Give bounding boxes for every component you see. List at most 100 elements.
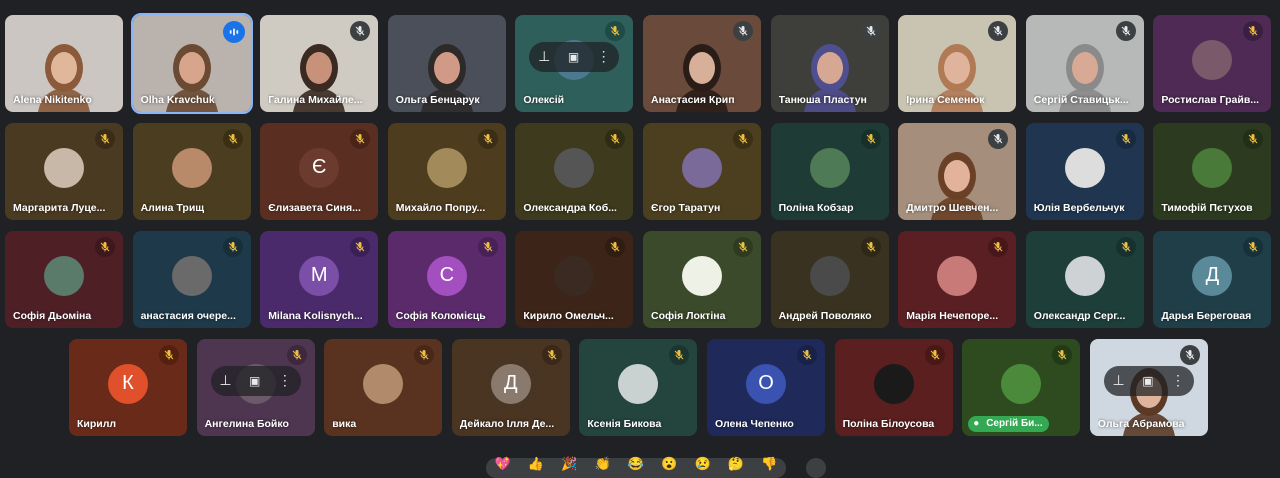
participant-avatar: Д	[1192, 255, 1233, 296]
tile-hover-controls[interactable]: ⊥ ▣ ⋮	[529, 41, 620, 72]
participant-avatar	[171, 255, 212, 296]
participant-tile[interactable]: Софія Дьоміна	[5, 231, 123, 328]
participant-name: Кирилл	[77, 418, 117, 430]
participant-name: Софія Дьоміна	[13, 310, 92, 322]
mic-muted-icon	[988, 129, 1009, 149]
participant-tile[interactable]: ⊥ ▣ ⋮ Олексій	[515, 15, 634, 112]
participant-tile[interactable]: Марія Нечепоре...	[898, 231, 1017, 328]
reaction-emoji[interactable]: 👍	[528, 454, 544, 474]
participant-avatar	[682, 147, 722, 188]
participant-tile[interactable]: Ростислав Грайв...	[1153, 15, 1272, 112]
participant-tile[interactable]: Ірина Семенюк	[898, 15, 1017, 112]
mic-muted-icon	[286, 345, 307, 365]
reaction-emoji[interactable]: 👏	[595, 454, 611, 474]
participant-name: Галина Михайле...	[268, 94, 363, 106]
mic-muted-icon	[350, 129, 371, 149]
tile-hover-controls[interactable]: ⊥ ▣ ⋮	[210, 365, 301, 396]
tile-hover-controls[interactable]: ⊥ ▣ ⋮	[1103, 365, 1194, 396]
participant-tile[interactable]: Ксенія Бикова	[579, 339, 698, 436]
participant-tile[interactable]: Юлія Вербельчук	[1025, 123, 1144, 220]
mic-muted-icon	[350, 237, 371, 257]
participant-tile[interactable]: Сергій Би...	[962, 339, 1081, 436]
participant-name: Поліна Білоусова	[842, 418, 935, 430]
participant-avatar	[1064, 255, 1105, 296]
participant-tile[interactable]: Галина Михайле...	[260, 15, 379, 112]
participant-tile[interactable]: Танюша Пластун	[770, 15, 889, 112]
mic-muted-icon	[1115, 237, 1136, 257]
participant-tile[interactable]: Михайло Попру...	[387, 123, 506, 220]
participant-avatar: M	[299, 255, 340, 296]
participant-tile[interactable]: Д Дарья Береговая	[1153, 231, 1272, 328]
participant-name: Ольга Бенцарук	[395, 94, 480, 106]
reaction-emoji[interactable]: 🎉	[561, 454, 577, 474]
participant-tile[interactable]: Анастасия Крип	[643, 15, 761, 112]
participant-tile[interactable]: M Milana Kolisnych...	[260, 231, 379, 328]
participant-tile[interactable]: ⊥ ▣ ⋮ Ангелина Бойко	[196, 339, 315, 436]
participant-name: вика	[332, 418, 357, 430]
participant-tile[interactable]: Olha Kravchuk	[130, 13, 253, 114]
participant-tile[interactable]: Олександра Коб...	[515, 123, 634, 220]
participant-avatar	[44, 147, 84, 188]
participant-tile[interactable]: Тимофій Пєтухов	[1153, 123, 1272, 220]
participant-avatar	[554, 147, 595, 188]
mic-muted-icon	[414, 345, 435, 365]
reaction-bar[interactable]: 💖 👍 🎉 👏 😂 😮 😢 🤔 👎	[486, 456, 786, 478]
mic-muted-icon	[1052, 345, 1073, 365]
participant-tile[interactable]: Алина Трищ	[132, 123, 251, 220]
more-options-icon[interactable]: ⋮	[597, 48, 611, 65]
participant-name: Ангелина Бойко	[204, 418, 289, 430]
participant-tile[interactable]: Alena Nikitenko	[5, 15, 123, 112]
reaction-emoji[interactable]: 🤔	[728, 454, 744, 474]
participant-tile[interactable]: Сергій Ставицьк...	[1025, 15, 1144, 112]
reaction-emoji[interactable]: 😮	[661, 454, 677, 474]
mic-muted-icon	[988, 237, 1009, 257]
pin-icon[interactable]: ⊥	[219, 372, 231, 389]
participant-tile[interactable]: Ольга Бенцарук	[387, 15, 506, 112]
participant-name: Анастасия Крип	[651, 94, 735, 106]
participant-avatar	[1001, 363, 1042, 404]
frame-icon[interactable]: ▣	[568, 50, 579, 64]
participant-tile[interactable]: Маргарита Луце...	[5, 123, 123, 220]
reaction-emoji[interactable]: 😂	[628, 454, 644, 474]
participant-tile[interactable]: О Олена Чепенко	[707, 339, 825, 436]
more-options-icon[interactable]: ⋮	[278, 372, 292, 389]
participant-tile[interactable]: вика	[324, 339, 443, 436]
more-options-icon[interactable]: ⋮	[1171, 372, 1185, 389]
participant-tile[interactable]: ⊥ ▣ ⋮ Ольга Абрамова	[1089, 339, 1208, 436]
reaction-emoji[interactable]: 👎	[761, 454, 777, 474]
participant-tile[interactable]: К Кирилл	[69, 339, 187, 436]
participant-tile[interactable]: Поліна Білоусова	[834, 339, 953, 436]
participant-avatar	[171, 147, 212, 188]
participant-tile[interactable]: Олександр Серг...	[1025, 231, 1144, 328]
mic-muted-icon	[477, 237, 498, 257]
mic-muted-icon	[860, 21, 881, 41]
participant-tile[interactable]: Є Єлизавета Синя...	[260, 123, 379, 220]
participant-tile[interactable]: Андрей Поволяко	[770, 231, 889, 328]
participant-tile[interactable]: Дмитро Шевчен...	[898, 123, 1017, 220]
frame-icon[interactable]: ▣	[249, 374, 260, 388]
participant-tile[interactable]: Поліна Кобзар	[770, 123, 889, 220]
participant-tile[interactable]: Софія Локтіна	[643, 231, 761, 328]
participant-tile[interactable]: Кирило Омельч...	[515, 231, 634, 328]
participant-name: Маргарита Луце...	[13, 202, 106, 214]
reaction-more-button[interactable]	[806, 458, 826, 478]
frame-icon[interactable]: ▣	[1142, 374, 1153, 388]
mic-muted-icon	[988, 21, 1009, 41]
participant-grid: Alena Nikitenko Olha Kravchuk Галина Михай…	[0, 0, 1280, 470]
reaction-emoji[interactable]: 😢	[695, 454, 711, 474]
participant-name: Olha Kravchuk	[140, 94, 215, 106]
mic-muted-icon	[733, 237, 753, 257]
mic-muted-icon	[222, 237, 243, 257]
mic-muted-icon	[541, 345, 562, 365]
participant-tile[interactable]: Д Дейкало Ілля Де...	[451, 339, 570, 436]
pin-icon[interactable]: ⊥	[1113, 372, 1125, 389]
participant-avatar: Д	[490, 363, 531, 404]
reaction-emoji[interactable]: 💖	[495, 454, 511, 474]
participant-avatar	[809, 147, 850, 188]
participant-tile[interactable]: Єгор Таратун	[643, 123, 761, 220]
participant-tile[interactable]: С Софія Коломієць	[387, 231, 506, 328]
mic-muted-icon	[1243, 237, 1264, 257]
participant-tile[interactable]: анастасия очере...	[132, 231, 251, 328]
participant-avatar	[1192, 147, 1233, 188]
pin-icon[interactable]: ⊥	[538, 48, 550, 65]
